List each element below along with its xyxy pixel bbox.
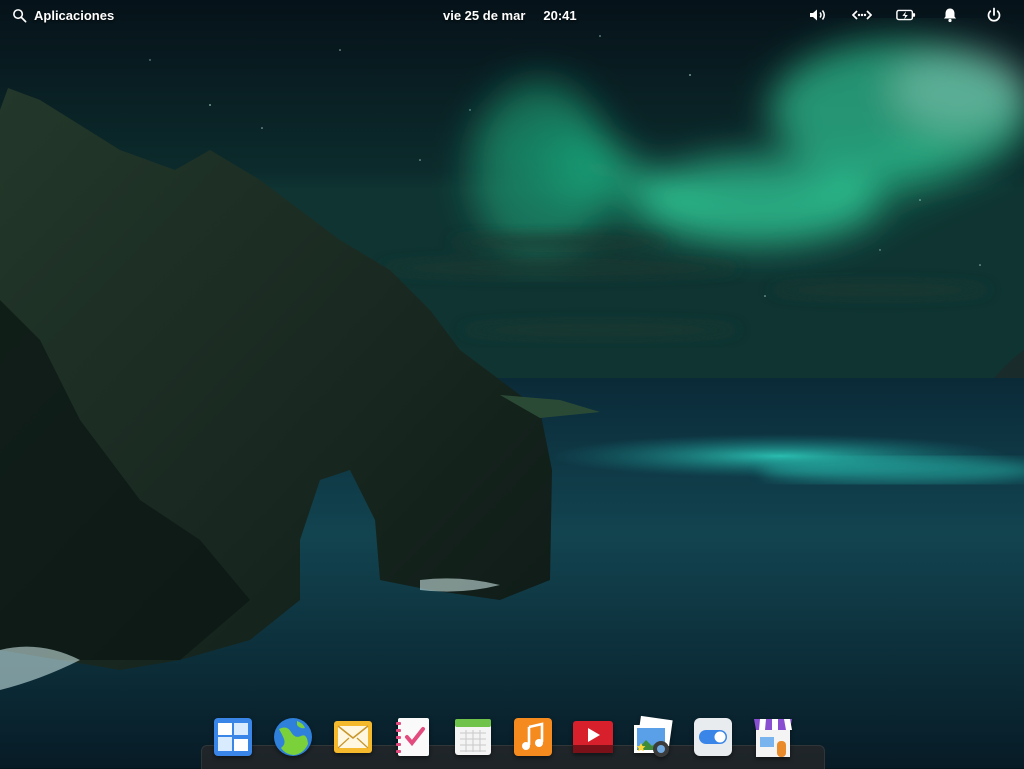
date-time-indicator[interactable]: vie 25 de mar 20:41: [437, 4, 583, 26]
power-battery-indicator[interactable]: [884, 4, 928, 26]
system-settings-icon: [694, 718, 732, 756]
appcenter-icon: [754, 719, 792, 757]
web-browser-icon: [274, 718, 312, 756]
applications-label: Aplicaciones: [34, 7, 115, 23]
music-icon: [514, 718, 552, 756]
time-text: 20:41: [543, 7, 577, 23]
videos-icon: [573, 721, 613, 753]
notifications-icon: [944, 8, 956, 23]
desktop-wallpaper: [0, 0, 1024, 768]
battery-charging-icon: [896, 9, 916, 21]
dock-item-photos[interactable]: [630, 714, 676, 760]
dock-item-calendar[interactable]: [450, 714, 496, 760]
session-indicator[interactable]: [972, 4, 1016, 26]
notifications-indicator[interactable]: [928, 4, 972, 26]
calendar-icon: [455, 719, 491, 755]
mail-icon: [334, 721, 372, 753]
search-icon: [13, 8, 27, 22]
system-indicators: [796, 4, 1016, 26]
dock: [210, 714, 796, 760]
sound-icon: [810, 9, 825, 21]
dock-item-videos[interactable]: [570, 714, 616, 760]
dock-item-music[interactable]: [510, 714, 556, 760]
tasks-icon: [396, 718, 429, 756]
top-panel: Aplicaciones vie 25 de mar 20:41: [0, 0, 1024, 30]
date-text: vie 25 de mar: [443, 7, 526, 23]
network-indicator[interactable]: [840, 4, 884, 26]
network-icon: [852, 10, 872, 20]
photos-icon: [634, 715, 673, 757]
applications-menu-button[interactable]: Aplicaciones: [8, 4, 118, 26]
dock-item-system-settings[interactable]: [690, 714, 736, 760]
dock-item-mail[interactable]: [330, 714, 376, 760]
dock-item-tasks[interactable]: [390, 714, 436, 760]
multitasking-view-icon: [214, 718, 252, 756]
dock-item-appcenter[interactable]: [750, 714, 796, 760]
sound-indicator[interactable]: [796, 4, 840, 26]
dock-item-web-browser[interactable]: [270, 714, 316, 760]
power-icon: [987, 7, 1001, 22]
dock-item-multitasking-view[interactable]: [210, 714, 256, 760]
